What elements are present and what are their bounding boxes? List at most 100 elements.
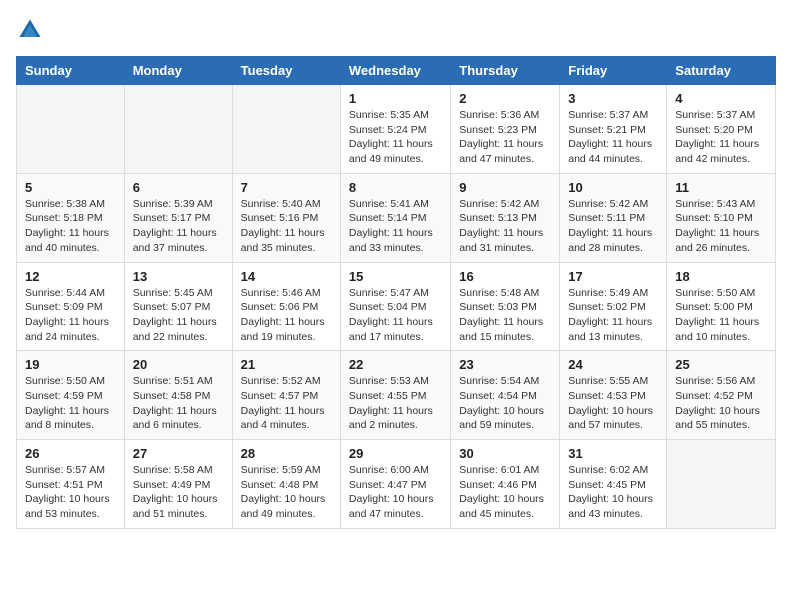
day-info: Sunrise: 5:50 AM Sunset: 4:59 PM Dayligh… [25, 374, 116, 433]
day-info: Sunrise: 5:58 AM Sunset: 4:49 PM Dayligh… [133, 463, 224, 522]
day-number: 6 [133, 180, 224, 195]
day-header-thursday: Thursday [451, 57, 560, 85]
day-number: 28 [241, 446, 332, 461]
calendar-cell: 31Sunrise: 6:02 AM Sunset: 4:45 PM Dayli… [560, 440, 667, 529]
day-number: 30 [459, 446, 551, 461]
day-number: 17 [568, 269, 658, 284]
day-number: 12 [25, 269, 116, 284]
calendar-cell: 5 Sunrise: 5:38 AM Sunset: 5:18 PM Daylig… [17, 173, 125, 262]
day-info: Sunrise: 5:46 AM Sunset: 5:06 PM Dayligh… [241, 286, 332, 345]
day-number: 7 [241, 180, 332, 195]
day-info: Sunrise: 5:35 AM Sunset: 5:24 PM Dayligh… [349, 108, 442, 167]
day-info: Sunrise: 5:51 AM Sunset: 4:58 PM Dayligh… [133, 374, 224, 433]
day-info: Sunrise: 5:52 AM Sunset: 4:57 PM Dayligh… [241, 374, 332, 433]
day-header-wednesday: Wednesday [340, 57, 450, 85]
calendar-cell: 27 Sunrise: 5:58 AM Sunset: 4:49 PM Dayli… [124, 440, 232, 529]
calendar-cell: 26 Sunrise: 5:57 AM Sunset: 4:51 PM Dayli… [17, 440, 125, 529]
day-number: 5 [25, 180, 116, 195]
day-number: 25 [675, 357, 767, 372]
day-number: 8 [349, 180, 442, 195]
day-info: Sunrise: 5:40 AM Sunset: 5:16 PM Dayligh… [241, 197, 332, 256]
day-number: 11 [675, 180, 767, 195]
day-info: Sunrise: 5:54 AM Sunset: 4:54 PM Dayligh… [459, 374, 551, 433]
calendar-cell: 25 Sunrise: 5:56 AM Sunset: 4:52 PM Dayli… [667, 351, 776, 440]
logo-icon [16, 16, 44, 44]
calendar-cell: 15 Sunrise: 5:47 AM Sunset: 5:04 PM Dayli… [340, 262, 450, 351]
day-number: 15 [349, 269, 442, 284]
day-number: 18 [675, 269, 767, 284]
day-info: Sunrise: 5:45 AM Sunset: 5:07 PM Dayligh… [133, 286, 224, 345]
calendar-cell: 29 Sunrise: 6:00 AM Sunset: 4:47 PM Dayli… [340, 440, 450, 529]
calendar-cell: 9 Sunrise: 5:42 AM Sunset: 5:13 PM Daylig… [451, 173, 560, 262]
day-header-tuesday: Tuesday [232, 57, 340, 85]
day-info: Sunrise: 5:55 AM Sunset: 4:53 PM Dayligh… [568, 374, 658, 433]
day-info: Sunrise: 5:41 AM Sunset: 5:14 PM Dayligh… [349, 197, 442, 256]
calendar-cell [17, 85, 125, 174]
calendar-table: SundayMondayTuesdayWednesdayThursdayFrid… [16, 56, 776, 529]
calendar-cell: 16 Sunrise: 5:48 AM Sunset: 5:03 PM Dayli… [451, 262, 560, 351]
calendar-week-4: 19 Sunrise: 5:50 AM Sunset: 4:59 PM Dayli… [17, 351, 776, 440]
calendar-cell [232, 85, 340, 174]
calendar-cell: 14Sunrise: 5:46 AM Sunset: 5:06 PM Dayli… [232, 262, 340, 351]
day-number: 16 [459, 269, 551, 284]
day-number: 1 [349, 91, 442, 106]
calendar-cell: 8 Sunrise: 5:41 AM Sunset: 5:14 PM Daylig… [340, 173, 450, 262]
calendar-week-5: 26 Sunrise: 5:57 AM Sunset: 4:51 PM Dayli… [17, 440, 776, 529]
day-info: Sunrise: 5:56 AM Sunset: 4:52 PM Dayligh… [675, 374, 767, 433]
day-number: 19 [25, 357, 116, 372]
day-number: 13 [133, 269, 224, 284]
day-info: Sunrise: 5:38 AM Sunset: 5:18 PM Dayligh… [25, 197, 116, 256]
calendar-cell: 22 Sunrise: 5:53 AM Sunset: 4:55 PM Dayli… [340, 351, 450, 440]
calendar-cell [667, 440, 776, 529]
day-info: Sunrise: 5:48 AM Sunset: 5:03 PM Dayligh… [459, 286, 551, 345]
calendar-cell: 12Sunrise: 5:44 AM Sunset: 5:09 PM Dayli… [17, 262, 125, 351]
calendar-cell: 17Sunrise: 5:49 AM Sunset: 5:02 PM Dayli… [560, 262, 667, 351]
calendar-week-3: 12Sunrise: 5:44 AM Sunset: 5:09 PM Dayli… [17, 262, 776, 351]
calendar-cell: 24 Sunrise: 5:55 AM Sunset: 4:53 PM Dayli… [560, 351, 667, 440]
calendar-header-row: SundayMondayTuesdayWednesdayThursdayFrid… [17, 57, 776, 85]
day-number: 4 [675, 91, 767, 106]
calendar-week-2: 5 Sunrise: 5:38 AM Sunset: 5:18 PM Daylig… [17, 173, 776, 262]
calendar-cell: 21 Sunrise: 5:52 AM Sunset: 4:57 PM Dayli… [232, 351, 340, 440]
day-info: Sunrise: 5:50 AM Sunset: 5:00 PM Dayligh… [675, 286, 767, 345]
day-info: Sunrise: 5:42 AM Sunset: 5:11 PM Dayligh… [568, 197, 658, 256]
calendar-cell: 18 Sunrise: 5:50 AM Sunset: 5:00 PM Dayli… [667, 262, 776, 351]
page-header [16, 16, 776, 44]
logo [16, 16, 48, 44]
calendar-week-1: 1 Sunrise: 5:35 AM Sunset: 5:24 PM Daylig… [17, 85, 776, 174]
calendar-cell: 19 Sunrise: 5:50 AM Sunset: 4:59 PM Dayli… [17, 351, 125, 440]
day-number: 27 [133, 446, 224, 461]
day-number: 9 [459, 180, 551, 195]
day-header-sunday: Sunday [17, 57, 125, 85]
day-info: Sunrise: 5:59 AM Sunset: 4:48 PM Dayligh… [241, 463, 332, 522]
calendar-cell: 1 Sunrise: 5:35 AM Sunset: 5:24 PM Daylig… [340, 85, 450, 174]
day-info: Sunrise: 5:36 AM Sunset: 5:23 PM Dayligh… [459, 108, 551, 167]
day-info: Sunrise: 5:37 AM Sunset: 5:20 PM Dayligh… [675, 108, 767, 167]
calendar-cell [124, 85, 232, 174]
day-info: Sunrise: 5:47 AM Sunset: 5:04 PM Dayligh… [349, 286, 442, 345]
day-number: 3 [568, 91, 658, 106]
day-number: 26 [25, 446, 116, 461]
day-info: Sunrise: 5:37 AM Sunset: 5:21 PM Dayligh… [568, 108, 658, 167]
calendar-cell: 23Sunrise: 5:54 AM Sunset: 4:54 PM Dayli… [451, 351, 560, 440]
day-header-saturday: Saturday [667, 57, 776, 85]
day-header-monday: Monday [124, 57, 232, 85]
day-info: Sunrise: 6:00 AM Sunset: 4:47 PM Dayligh… [349, 463, 442, 522]
calendar-cell: 13 Sunrise: 5:45 AM Sunset: 5:07 PM Dayli… [124, 262, 232, 351]
calendar-cell: 7 Sunrise: 5:40 AM Sunset: 5:16 PM Daylig… [232, 173, 340, 262]
calendar-cell: 6 Sunrise: 5:39 AM Sunset: 5:17 PM Daylig… [124, 173, 232, 262]
day-info: Sunrise: 5:57 AM Sunset: 4:51 PM Dayligh… [25, 463, 116, 522]
day-number: 22 [349, 357, 442, 372]
day-number: 29 [349, 446, 442, 461]
day-number: 31 [568, 446, 658, 461]
day-number: 21 [241, 357, 332, 372]
day-number: 24 [568, 357, 658, 372]
day-info: Sunrise: 5:42 AM Sunset: 5:13 PM Dayligh… [459, 197, 551, 256]
calendar-cell: 11Sunrise: 5:43 AM Sunset: 5:10 PM Dayli… [667, 173, 776, 262]
calendar-cell: 3 Sunrise: 5:37 AM Sunset: 5:21 PM Daylig… [560, 85, 667, 174]
day-info: Sunrise: 5:39 AM Sunset: 5:17 PM Dayligh… [133, 197, 224, 256]
day-info: Sunrise: 6:01 AM Sunset: 4:46 PM Dayligh… [459, 463, 551, 522]
calendar-cell: 10 Sunrise: 5:42 AM Sunset: 5:11 PM Dayli… [560, 173, 667, 262]
day-number: 10 [568, 180, 658, 195]
day-info: Sunrise: 5:53 AM Sunset: 4:55 PM Dayligh… [349, 374, 442, 433]
